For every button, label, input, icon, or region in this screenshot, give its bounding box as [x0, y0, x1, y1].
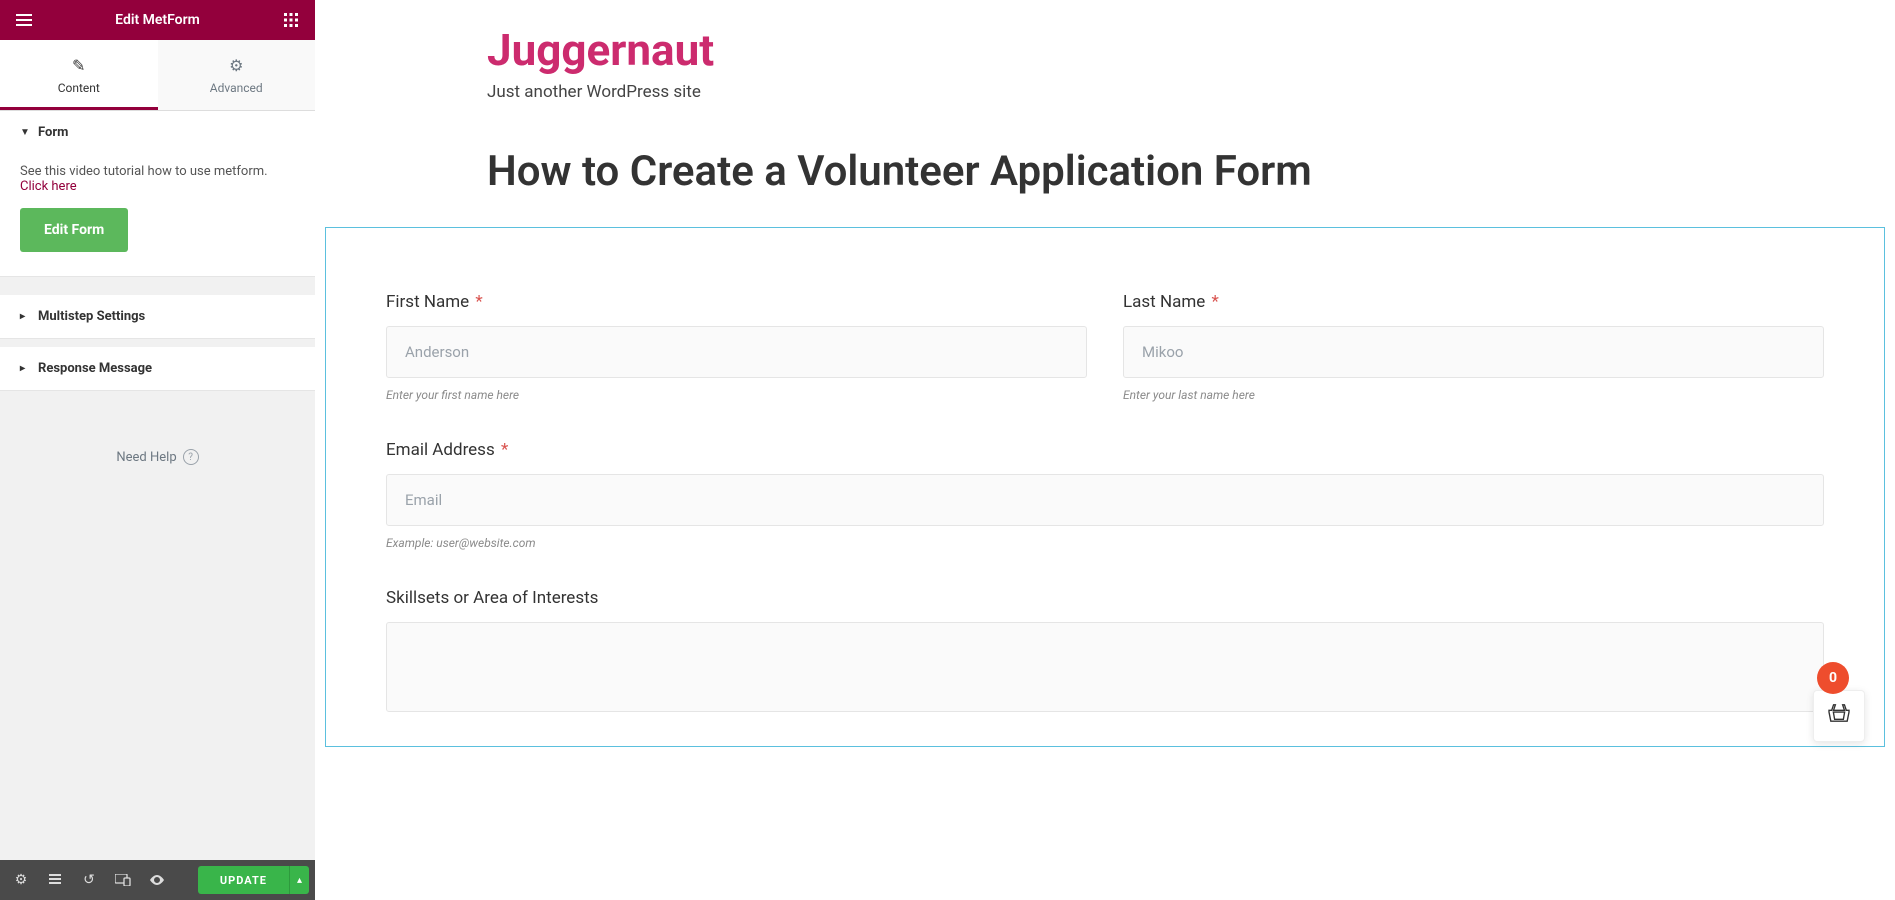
skills-label: Skillsets or Area of Interests [386, 588, 1824, 608]
update-button-group: UPDATE ▴ [198, 866, 309, 894]
tutorial-text: See this video tutorial how to use metfo… [20, 164, 268, 179]
last-name-help: Enter your last name here [1123, 388, 1824, 402]
sidebar-footer: ⚙ ↺ UPDATE ▴ [0, 860, 315, 900]
settings-icon[interactable]: ⚙ [6, 865, 36, 895]
email-help: Example: user@website.com [386, 536, 1824, 550]
navigator-icon[interactable] [40, 865, 70, 895]
caret-right-icon: ▸ [20, 363, 30, 374]
form-row-skills: Skillsets or Area of Interests [386, 588, 1824, 716]
caret-right-icon: ▸ [20, 311, 30, 322]
preview-canvas: Juggernaut Just another WordPress site H… [315, 0, 1895, 900]
required-star: * [475, 292, 482, 312]
cart-box [1813, 690, 1865, 742]
email-label: Email Address * [386, 440, 1824, 460]
form-row-email: Email Address * Example: user@website.co… [386, 440, 1824, 550]
section-title: Multistep Settings [38, 309, 145, 324]
last-name-label: Last Name * [1123, 292, 1824, 312]
section-title: Response Message [38, 361, 152, 376]
first-name-help: Enter your first name here [386, 388, 1087, 402]
panel-tabs: ✎ Content ⚙ Advanced [0, 40, 315, 111]
section-form-content: See this video tutorial how to use metfo… [0, 154, 315, 276]
need-help-link[interactable]: Need Help ? [0, 391, 315, 523]
skills-textarea[interactable] [386, 622, 1824, 712]
cart-count-badge: 0 [1817, 662, 1849, 694]
sidebar-header: Edit MetForm [0, 0, 315, 40]
cart-widget[interactable]: 0 [1813, 690, 1865, 742]
field-email: Email Address * Example: user@website.co… [386, 440, 1824, 550]
site-header: Juggernaut Just another WordPress site [315, 0, 1895, 102]
widgets-grid-icon[interactable] [282, 11, 300, 29]
pencil-icon: ✎ [72, 56, 85, 75]
field-first-name: First Name * Enter your first name here [386, 292, 1087, 402]
tab-label: Advanced [210, 81, 263, 95]
form-row-name: First Name * Enter your first name here … [386, 292, 1824, 402]
first-name-input[interactable] [386, 326, 1087, 378]
history-icon[interactable]: ↺ [74, 865, 104, 895]
need-help-label: Need Help [116, 450, 176, 465]
section-header-form[interactable]: ▼ Form [0, 111, 315, 154]
hamburger-icon[interactable] [15, 11, 33, 29]
caret-down-icon: ▼ [20, 127, 30, 138]
spacer [0, 277, 315, 295]
tab-content[interactable]: ✎ Content [0, 40, 158, 110]
field-skills: Skillsets or Area of Interests [386, 588, 1824, 716]
section-response: ▸ Response Message [0, 347, 315, 391]
edit-form-button[interactable]: Edit Form [20, 208, 128, 252]
spacer [0, 339, 315, 347]
editor-sidebar: Edit MetForm ✎ Content ⚙ Advanced ▼ Form… [0, 0, 315, 900]
section-header-multistep[interactable]: ▸ Multistep Settings [0, 295, 315, 338]
section-form: ▼ Form See this video tutorial how to us… [0, 111, 315, 277]
basket-icon [1828, 703, 1850, 729]
page-title: How to Create a Volunteer Application Fo… [487, 144, 1387, 201]
gear-icon: ⚙ [229, 56, 243, 75]
responsive-icon[interactable] [108, 865, 138, 895]
help-icon: ? [183, 449, 199, 465]
update-options-button[interactable]: ▴ [289, 866, 309, 894]
required-star: * [501, 440, 508, 460]
first-name-label: First Name * [386, 292, 1087, 312]
section-multistep: ▸ Multistep Settings [0, 295, 315, 339]
field-last-name: Last Name * Enter your last name here [1123, 292, 1824, 402]
site-title: Juggernaut [487, 28, 1895, 72]
last-name-input[interactable] [1123, 326, 1824, 378]
section-title: Form [38, 125, 68, 140]
update-button[interactable]: UPDATE [198, 866, 289, 894]
panel-body: ▼ Form See this video tutorial how to us… [0, 111, 315, 900]
form-section-widget[interactable]: First Name * Enter your first name here … [325, 227, 1885, 747]
preview-icon[interactable] [142, 865, 172, 895]
panel-title: Edit MetForm [115, 12, 200, 28]
tutorial-link[interactable]: Click here [20, 179, 77, 194]
section-header-response[interactable]: ▸ Response Message [0, 347, 315, 390]
tab-advanced[interactable]: ⚙ Advanced [158, 40, 316, 110]
site-tagline: Just another WordPress site [487, 82, 1895, 102]
required-star: * [1211, 292, 1218, 312]
tab-label: Content [58, 81, 100, 95]
email-input[interactable] [386, 474, 1824, 526]
